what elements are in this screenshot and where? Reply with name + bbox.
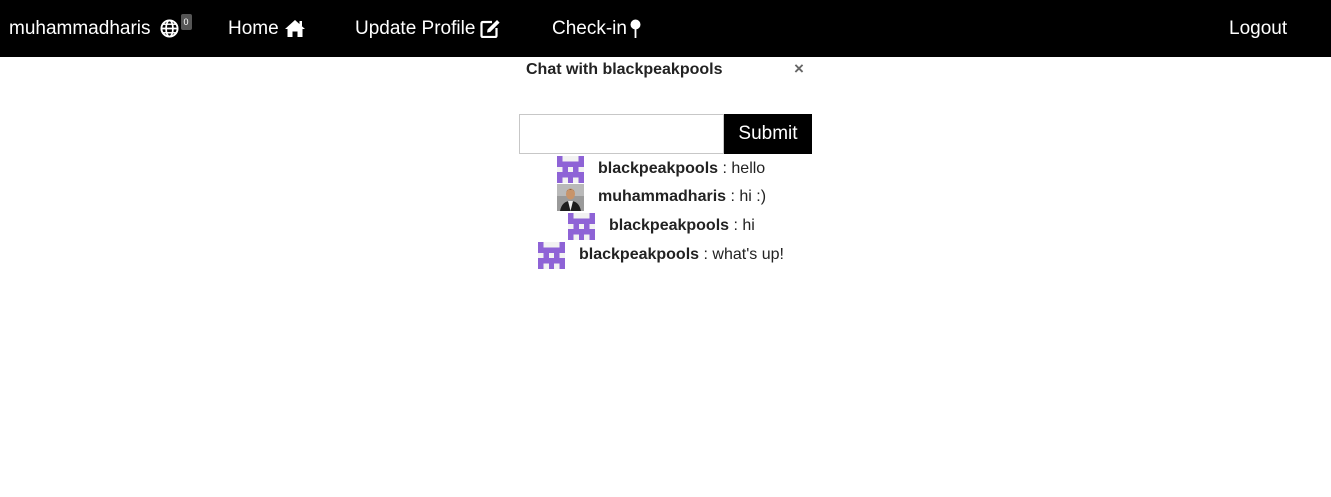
nav-home-link[interactable]: Home [228,0,306,57]
message-username: muhammadharis [598,188,727,205]
submit-button[interactable]: Submit [724,114,812,154]
message-text: hi :) [739,188,767,205]
home-icon [284,19,306,38]
message-separator: : [699,246,713,263]
notification-count-badge: 0 [180,13,192,30]
identicon-avatar [538,242,565,269]
globe-icon [159,19,179,38]
nav-checkin-label: Check-in [552,17,627,39]
username-label: muhammadharis [9,17,151,39]
chat-message: blackpeakpools : what's up! [538,241,784,269]
message-username: blackpeakpools [609,217,730,234]
top-navbar: muhammadharis 0 Home Update Profile Chec… [0,0,1331,57]
message-username: blackpeakpools [579,246,700,263]
nav-update-profile-label: Update Profile [355,17,476,39]
nav-checkin-link[interactable]: Check-in [552,0,641,57]
message-text: what's up! [712,246,784,263]
photo-avatar [557,183,584,211]
map-pin-icon [630,19,641,39]
edit-icon [480,19,501,38]
chat-message: muhammadharis : hi :) [557,183,766,211]
nav-update-profile-link[interactable]: Update Profile [355,0,501,57]
message-separator: : [729,217,743,234]
message-text: hi [742,217,755,234]
identicon-avatar [557,156,584,183]
message-username: blackpeakpools [598,160,719,177]
nav-username[interactable]: muhammadharis 0 [9,0,192,57]
close-icon[interactable]: × [794,59,804,79]
message-separator: : [718,160,732,177]
chat-message: blackpeakpools : hello [557,155,765,183]
nav-home-label: Home [228,17,279,39]
chat-title: Chat with blackpeakpools [526,61,723,78]
message-separator: : [726,188,740,205]
chat-message-input[interactable] [519,114,724,154]
nav-logout-link[interactable]: Logout [1229,0,1287,57]
nav-logout-label: Logout [1229,17,1288,39]
message-text: hello [731,160,766,177]
chat-message: blackpeakpools : hi [568,212,755,240]
notifications[interactable]: 0 [159,13,192,38]
identicon-avatar [568,213,595,240]
